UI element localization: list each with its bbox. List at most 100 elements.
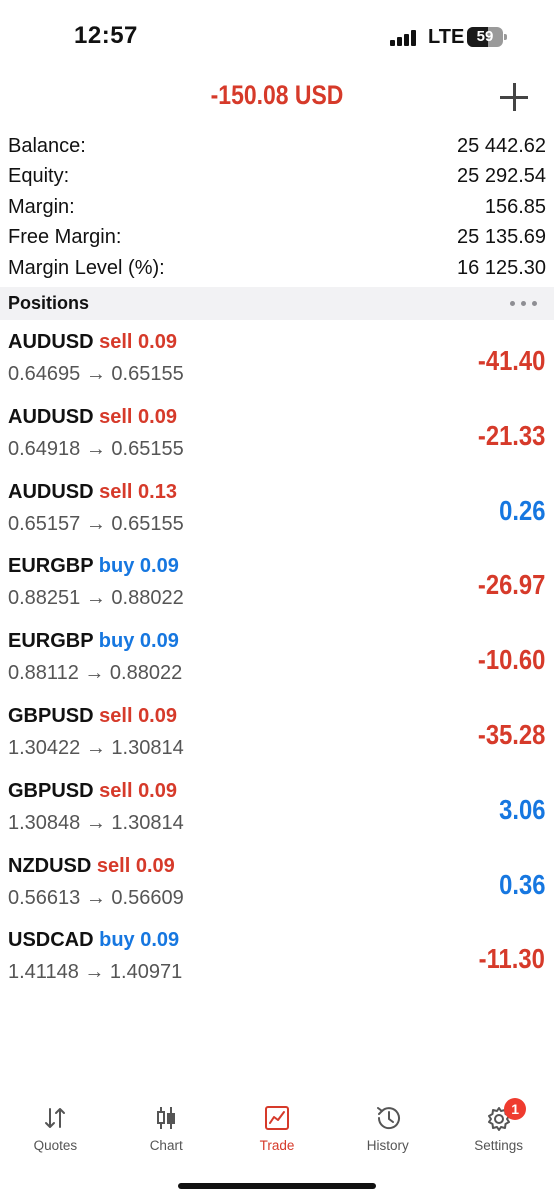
position-volume: 0.09 bbox=[138, 405, 177, 428]
more-horizontal-icon[interactable] bbox=[510, 301, 538, 307]
position-side: buy bbox=[99, 929, 135, 952]
tab-label-trade: Trade bbox=[259, 1138, 295, 1153]
summary-label: Equity: bbox=[8, 165, 70, 188]
position-header: EURGBP buy 0.09 bbox=[8, 555, 179, 578]
position-header: AUDUSD sell 0.09 bbox=[8, 406, 177, 429]
position-symbol: GBPUSD bbox=[8, 704, 94, 727]
position-row[interactable]: AUDUSD sell 0.09 0.64918 → 0.65155 -21.33 bbox=[0, 402, 554, 477]
position-prices: 1.30848 → 1.30814 bbox=[8, 811, 184, 834]
position-header: NZDUSD sell 0.09 bbox=[8, 855, 175, 878]
position-row[interactable]: USDCAD buy 0.09 1.41148 → 1.40971 -11.30 bbox=[0, 925, 554, 1000]
position-prices: 0.64695 → 0.65155 bbox=[8, 363, 184, 385]
position-symbol: EURGBP bbox=[8, 555, 94, 578]
position-profit: -11.30 bbox=[478, 943, 545, 975]
home-indicator[interactable] bbox=[178, 1183, 376, 1189]
position-volume: 0.09 bbox=[139, 555, 179, 578]
position-side: buy bbox=[98, 630, 135, 653]
tab-label-history: History bbox=[366, 1138, 409, 1153]
position-volume: 0.09 bbox=[139, 630, 179, 653]
summary-row: Margin: 156.85 bbox=[0, 192, 554, 223]
position-header: GBPUSD sell 0.09 bbox=[8, 705, 177, 728]
cellular-signal-icon bbox=[390, 30, 416, 46]
position-profit: 3.06 bbox=[498, 793, 545, 825]
summary-value: 25 292.54 bbox=[457, 165, 546, 188]
summary-row: Balance: 25 442.62 bbox=[0, 131, 554, 162]
position-prices: 0.56613 → 0.56609 bbox=[8, 886, 184, 909]
summary-label: Margin Level (%): bbox=[8, 256, 165, 279]
position-volume: 0.09 bbox=[135, 854, 175, 877]
tab-chart[interactable]: Chart bbox=[111, 1092, 222, 1162]
position-side: sell bbox=[99, 480, 133, 503]
position-profit: 0.36 bbox=[498, 868, 545, 900]
position-prices: 1.41148 → 1.40971 bbox=[8, 961, 183, 984]
tab-quotes[interactable]: Quotes bbox=[0, 1092, 111, 1162]
position-row[interactable]: NZDUSD sell 0.09 0.56613 → 0.56609 0.36 bbox=[0, 851, 554, 926]
position-row[interactable]: EURGBP buy 0.09 0.88251 → 0.88022 -26.97 bbox=[0, 551, 554, 626]
new-order-plus-icon[interactable] bbox=[497, 80, 531, 114]
position-row[interactable]: EURGBP buy 0.09 0.88112 → 0.88022 -10.60 bbox=[0, 626, 554, 701]
tab-history[interactable]: History bbox=[332, 1092, 443, 1162]
position-symbol: AUDUSD bbox=[8, 405, 94, 428]
position-side: sell bbox=[99, 704, 133, 727]
position-prices: 0.88112 → 0.88022 bbox=[8, 662, 183, 685]
position-volume: 0.09 bbox=[138, 704, 177, 727]
summary-value: 16 125.30 bbox=[457, 256, 546, 279]
summary-value: 25 442.62 bbox=[457, 134, 546, 157]
summary-label: Margin: bbox=[8, 195, 75, 218]
summary-value: 156.85 bbox=[484, 195, 546, 218]
tab-label-settings: Settings bbox=[474, 1138, 523, 1153]
position-volume: 0.09 bbox=[138, 331, 177, 353]
battery-level: 59 bbox=[476, 28, 494, 45]
position-prices: 1.30422 → 1.30814 bbox=[8, 736, 184, 759]
position-profit: 0.26 bbox=[498, 494, 545, 526]
position-header: AUDUSD sell 0.13 bbox=[8, 481, 177, 504]
position-side: sell bbox=[99, 779, 133, 802]
position-prices: 0.88251 → 0.88022 bbox=[8, 587, 184, 610]
status-time: 12:57 bbox=[74, 22, 138, 49]
position-row[interactable]: GBPUSD sell 0.09 1.30848 → 1.30814 3.06 bbox=[0, 776, 554, 851]
battery-icon: 59 bbox=[467, 27, 507, 47]
quotes-arrows-icon bbox=[45, 1108, 66, 1128]
summary-row: Free Margin: 25 135.69 bbox=[0, 223, 554, 254]
tab-settings[interactable]: 1 Settings bbox=[443, 1092, 554, 1162]
position-side: buy bbox=[98, 555, 135, 578]
position-row[interactable]: GBPUSD sell 0.09 1.30422 → 1.30814 -35.28 bbox=[0, 701, 554, 776]
position-prices: 0.64918 → 0.65155 bbox=[8, 437, 184, 460]
position-profit: -10.60 bbox=[477, 644, 545, 676]
tab-trade[interactable]: Trade bbox=[222, 1092, 333, 1162]
position-symbol: EURGBP bbox=[8, 630, 94, 653]
account-summary: Balance: 25 442.62 Equity: 25 292.54 Margin:… bbox=[0, 131, 554, 284]
position-volume: 0.13 bbox=[138, 480, 177, 503]
position-profit: -41.40 bbox=[477, 345, 545, 376]
positions-title: Positions bbox=[8, 293, 90, 313]
position-side: sell bbox=[99, 405, 133, 428]
summary-row: Equity: 25 292.54 bbox=[0, 162, 554, 193]
settings-notification-badge: 1 bbox=[504, 1098, 527, 1120]
position-header: AUDUSD sell 0.09 bbox=[8, 331, 177, 354]
position-row[interactable]: AUDUSD sell 0.13 0.65157 → 0.65155 0.26 bbox=[0, 477, 554, 552]
history-clock-icon bbox=[376, 1107, 400, 1130]
summary-row: Margin Level (%): 16 125.30 bbox=[0, 253, 554, 284]
position-header: GBPUSD sell 0.09 bbox=[8, 780, 177, 803]
position-volume: 0.09 bbox=[138, 779, 177, 802]
position-symbol: GBPUSD bbox=[8, 779, 94, 802]
network-type: LTE bbox=[428, 26, 465, 48]
positions-section-header: Positions bbox=[0, 287, 554, 320]
position-symbol: AUDUSD bbox=[8, 480, 94, 503]
summary-label: Free Margin: bbox=[8, 226, 122, 249]
position-profit: -35.28 bbox=[477, 718, 545, 750]
position-row[interactable]: AUDUSD sell 0.09 0.64695 → 0.65155 -41.40 bbox=[0, 327, 554, 402]
position-profit: -26.97 bbox=[477, 569, 545, 601]
candlestick-chart-icon bbox=[157, 1107, 176, 1129]
tab-label-chart: Chart bbox=[149, 1138, 183, 1153]
position-side: sell bbox=[96, 854, 131, 877]
status-bar: 12:57 LTE 59 bbox=[0, 0, 554, 74]
position-symbol: AUDUSD bbox=[8, 331, 94, 353]
tab-label-quotes: Quotes bbox=[33, 1138, 78, 1153]
summary-value: 25 135.69 bbox=[457, 226, 546, 249]
position-symbol: USDCAD bbox=[8, 929, 94, 952]
position-volume: 0.09 bbox=[140, 929, 180, 952]
position-header: EURGBP buy 0.09 bbox=[8, 630, 179, 653]
position-prices: 0.65157 → 0.65155 bbox=[8, 512, 184, 535]
total-profit-loss: -150.08 USD bbox=[210, 80, 344, 110]
